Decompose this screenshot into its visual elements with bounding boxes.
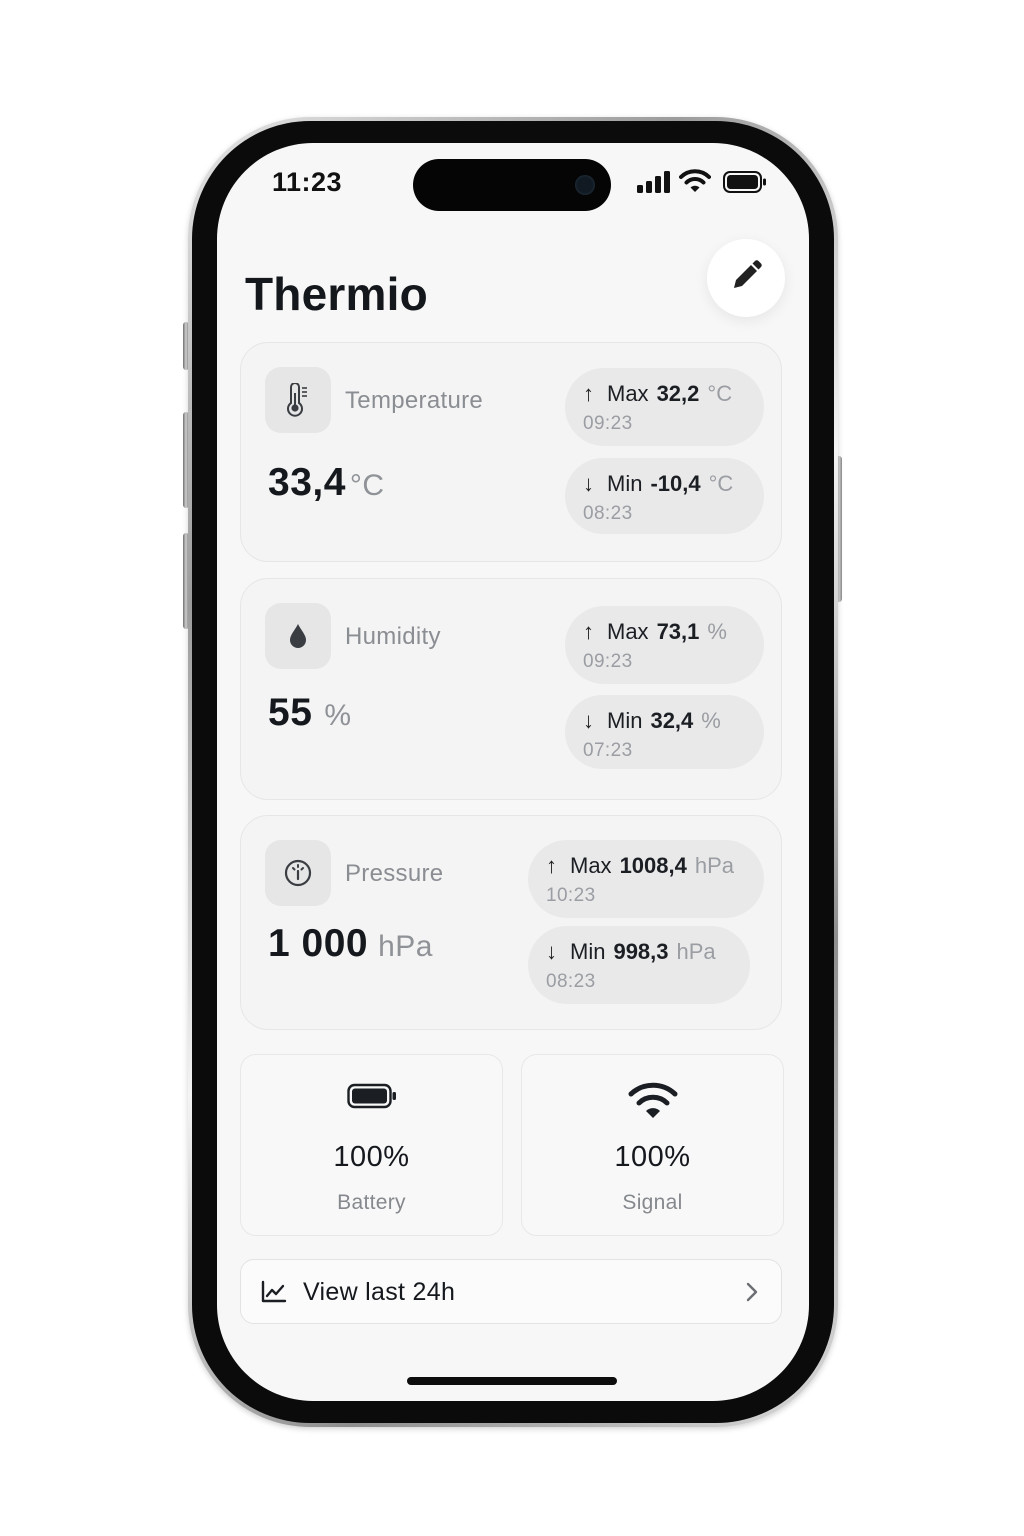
pressure-unit: hPa bbox=[378, 930, 433, 963]
min-label: Min bbox=[607, 708, 643, 733]
temperature-max-pill: ↑ Max 32,2 °C 09:23 bbox=[565, 368, 764, 446]
battery-status-icon bbox=[723, 171, 767, 198]
arrow-up-icon: ↑ bbox=[583, 381, 594, 406]
humidity-value: 55% bbox=[268, 691, 352, 735]
wifi-status-icon bbox=[679, 169, 711, 198]
wifi-icon bbox=[522, 1081, 783, 1121]
temperature-value: 33,4 °C bbox=[268, 461, 385, 505]
temperature-unit: °C bbox=[349, 469, 385, 502]
signal-label: Signal bbox=[622, 1191, 683, 1214]
max-unit: hPa bbox=[694, 853, 735, 878]
min-time: 07:23 bbox=[583, 740, 633, 761]
min-time: 08:23 bbox=[546, 971, 596, 992]
pressure-max-pill: ↑ Max 1008,4 hPa 10:23 bbox=[528, 840, 764, 918]
humidity-unit: % bbox=[324, 699, 352, 732]
arrow-down-icon: ↓ bbox=[583, 708, 594, 733]
max-time: 09:23 bbox=[583, 651, 633, 672]
signal-tile[interactable]: 100% Signal bbox=[521, 1054, 784, 1236]
view-history-button[interactable]: View last 24h bbox=[240, 1259, 782, 1324]
min-unit: hPa bbox=[676, 939, 716, 964]
humidity-min-pill: ↓ Min 32,4% 07:23 bbox=[565, 695, 764, 769]
view-history-label: View last 24h bbox=[303, 1278, 456, 1306]
max-time: 09:23 bbox=[583, 413, 633, 434]
temperature-card[interactable]: Temperature 33,4 °C ↑ Max 32,2 °C 09:23 ↓ Min… bbox=[240, 342, 782, 562]
temperature-min-pill: ↓ Min -10,4 °C 08:23 bbox=[565, 458, 764, 534]
battery-icon bbox=[241, 1083, 502, 1123]
min-label: Min bbox=[607, 471, 643, 496]
edit-button[interactable] bbox=[707, 239, 785, 317]
dynamic-island bbox=[413, 159, 611, 211]
battery-label: Battery bbox=[337, 1191, 406, 1214]
humidity-max-pill: ↑ Max 73,1% 09:23 bbox=[565, 606, 764, 684]
min-unit: % bbox=[701, 708, 721, 733]
droplet-icon bbox=[265, 603, 331, 669]
max-value: 1008,4 bbox=[619, 853, 687, 878]
device-mockup: 11:23 Thermio Temperature 33,4 °C ↑ Max … bbox=[0, 0, 1024, 1536]
max-unit: °C bbox=[707, 381, 733, 406]
battery-tile[interactable]: 100% Battery bbox=[240, 1054, 503, 1236]
humidity-label: Humidity bbox=[345, 623, 441, 650]
max-label: Max bbox=[607, 619, 649, 644]
min-value: 998,3 bbox=[613, 939, 669, 964]
cellular-signal-icon bbox=[637, 171, 671, 198]
pencil-icon bbox=[729, 259, 763, 298]
min-value: 32,4 bbox=[650, 708, 694, 733]
min-label: Min bbox=[570, 939, 606, 964]
min-unit: °C bbox=[708, 471, 734, 496]
pressure-label: Pressure bbox=[345, 860, 444, 887]
arrow-down-icon: ↓ bbox=[583, 471, 594, 496]
gauge-icon bbox=[265, 840, 331, 906]
line-chart-icon bbox=[261, 1280, 287, 1309]
min-time: 08:23 bbox=[583, 503, 633, 524]
chevron-right-icon bbox=[745, 1282, 759, 1307]
max-label: Max bbox=[607, 381, 649, 406]
pressure-min-pill: ↓ Min 998,3 hPa 08:23 bbox=[528, 926, 750, 1004]
arrow-up-icon: ↑ bbox=[583, 619, 594, 644]
max-value: 73,1 bbox=[656, 619, 700, 644]
arrow-down-icon: ↓ bbox=[546, 939, 557, 964]
temperature-reading: 33,4 bbox=[268, 461, 346, 504]
max-value: 32,2 bbox=[656, 381, 700, 406]
humidity-card[interactable]: Humidity 55% ↑ Max 73,1% 09:23 ↓ Min 32,4% 0… bbox=[240, 578, 782, 800]
thermometer-icon bbox=[265, 367, 331, 433]
status-icons bbox=[637, 169, 769, 197]
signal-value: 100% bbox=[614, 1141, 691, 1173]
front-camera bbox=[575, 175, 595, 195]
pressure-reading: 1 000 bbox=[268, 922, 369, 965]
temperature-label: Temperature bbox=[345, 387, 484, 414]
max-unit: % bbox=[707, 619, 727, 644]
page-title: Thermio bbox=[245, 268, 428, 320]
humidity-reading: 55 bbox=[268, 691, 313, 734]
arrow-up-icon: ↑ bbox=[546, 853, 557, 878]
max-label: Max bbox=[570, 853, 612, 878]
min-value: -10,4 bbox=[650, 471, 701, 496]
status-time: 11:23 bbox=[272, 167, 343, 197]
app-screen: 11:23 Thermio Temperature 33,4 °C ↑ Max … bbox=[217, 143, 809, 1401]
home-indicator[interactable] bbox=[407, 1377, 617, 1385]
max-time: 10:23 bbox=[546, 885, 596, 906]
battery-value: 100% bbox=[333, 1141, 410, 1173]
pressure-value: 1 000 hPa bbox=[268, 922, 433, 966]
pressure-card[interactable]: Pressure 1 000 hPa ↑ Max 1008,4 hPa 10:23 ↓ M… bbox=[240, 815, 782, 1030]
